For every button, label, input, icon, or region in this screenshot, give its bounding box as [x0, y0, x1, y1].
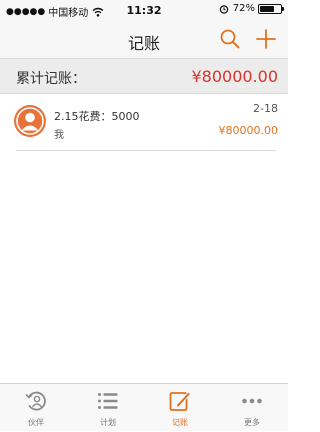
search-icon — [220, 29, 240, 49]
record-user: 我 — [54, 130, 64, 141]
status-right: 72% — [219, 3, 284, 14]
avatar — [14, 105, 46, 137]
battery-fill — [260, 5, 274, 12]
record-title: 2.15花费：5000 — [54, 110, 140, 123]
tab-accounting-label: 记账 — [172, 418, 188, 427]
total-value: ¥80000.00 — [191, 67, 278, 86]
list-icon — [98, 393, 118, 409]
partner-icon — [25, 391, 46, 411]
tab-accounting[interactable]: 记账 — [144, 384, 216, 432]
battery-percent: 72% — [232, 3, 255, 14]
tab-partner[interactable]: 伙伴 — [0, 384, 72, 432]
tab-plan[interactable]: 计划 — [72, 384, 144, 432]
alarm-icon — [219, 4, 228, 14]
tab-partner-label: 伙伴 — [28, 418, 44, 427]
more-icon — [242, 398, 262, 404]
add-record-button[interactable] — [254, 27, 278, 51]
divider — [16, 150, 276, 151]
user-avatar-icon — [16, 107, 44, 135]
status-bar: ●●●●● 中国移动 11:32 72% — [0, 0, 288, 20]
tab-plan-label: 计划 — [100, 418, 116, 427]
record-date: 2-18 — [253, 102, 278, 115]
list-item[interactable]: 2.15花费：5000 我 2-18 ¥80000.00 — [0, 94, 288, 150]
page-title: 记账 — [127, 34, 160, 53]
tab-bar: 伙伴 计划 记账 更多 — [0, 383, 288, 431]
battery-icon — [258, 3, 284, 14]
nav-bar: 记账 — [0, 20, 288, 58]
tab-more-label: 更多 — [244, 418, 260, 427]
search-button[interactable] — [218, 27, 242, 51]
plus-icon — [256, 29, 276, 49]
total-label: 累计记账： — [16, 71, 86, 87]
edit-icon — [169, 391, 192, 411]
tab-more[interactable]: 更多 — [216, 384, 288, 432]
record-amount: ¥80000.00 — [218, 124, 279, 137]
total-summary: 累计记账： ¥80000.00 — [0, 58, 288, 94]
